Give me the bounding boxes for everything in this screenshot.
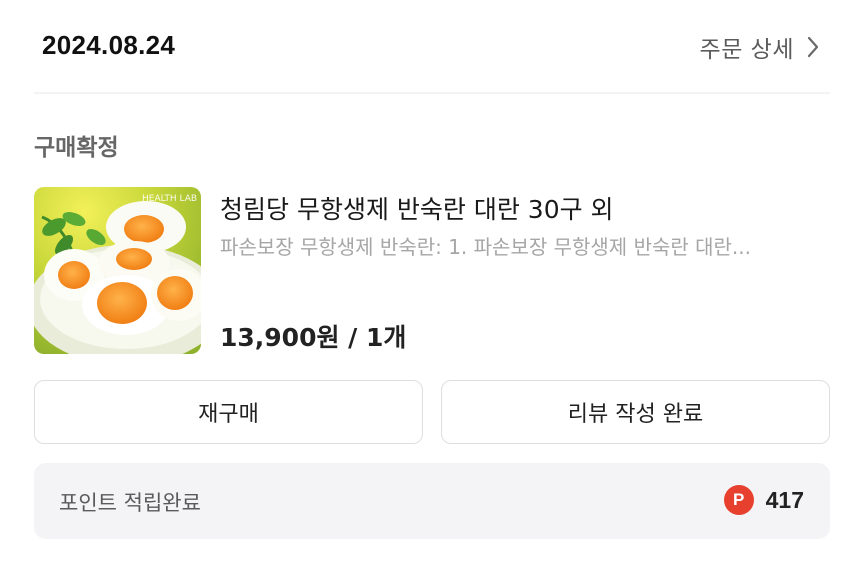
- points-amount: P 417: [723, 485, 804, 515]
- thumbnail-watermark: HEALTH LAB: [142, 194, 197, 204]
- order-header: 2024.08.24 주문 상세: [0, 0, 856, 92]
- review-complete-button[interactable]: 리뷰 작성 완료: [441, 380, 830, 444]
- header-divider: [34, 92, 830, 94]
- point-badge-icon: P: [723, 485, 754, 515]
- order-detail-link[interactable]: 주문 상세: [700, 30, 824, 64]
- rebuy-button[interactable]: 재구매: [34, 380, 423, 444]
- product-option: 파손보장 무항생제 반숙란: 1. 파손보장 무항생제 반숙란 대란...: [220, 235, 751, 259]
- order-status: 구매확정: [34, 135, 119, 161]
- points-value: 417: [765, 486, 804, 513]
- chevron-right-icon: [802, 34, 824, 60]
- points-bar: 포인트 적립완료 P 417: [34, 463, 830, 539]
- product-price-quantity: 13,900원 / 1개: [220, 323, 407, 352]
- product-name[interactable]: 청림당 무항생제 반숙란 대란 30구 외: [220, 190, 614, 226]
- order-date: 2024.08.24: [42, 30, 176, 60]
- order-detail-label: 주문 상세: [699, 37, 794, 63]
- points-label: 포인트 적립완료: [59, 491, 201, 515]
- product-thumbnail[interactable]: HEALTH LAB: [34, 187, 201, 354]
